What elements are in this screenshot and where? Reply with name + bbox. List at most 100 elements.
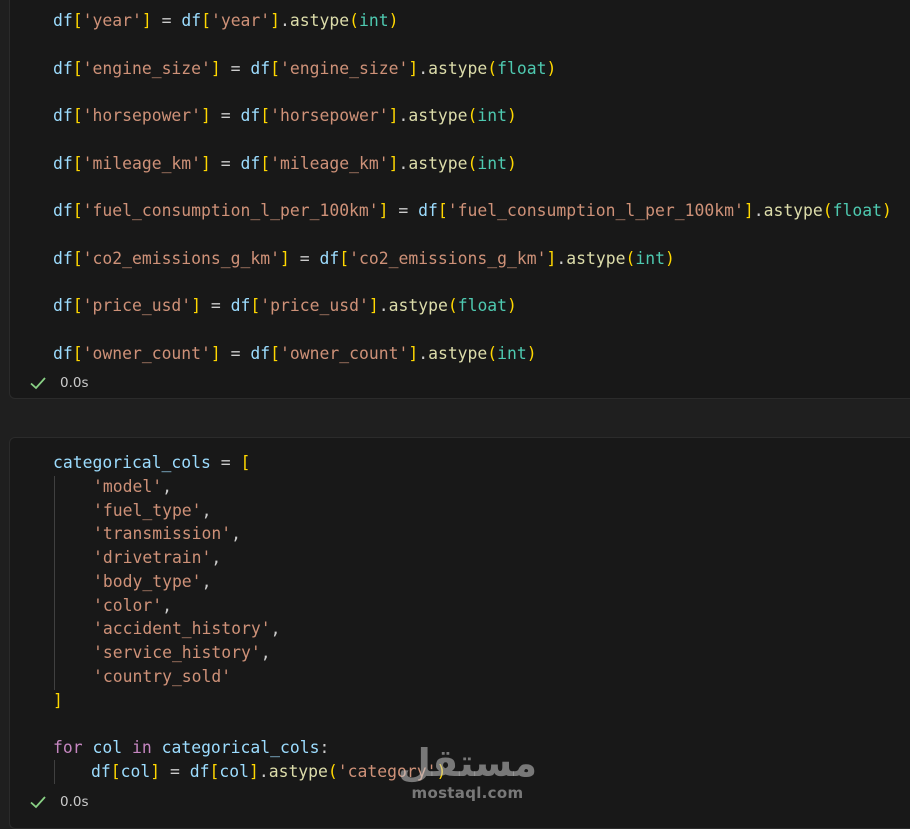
code-bracket: ) [388,11,399,30]
code-operator: . [258,762,269,781]
code-string: 'co2_emissions_g_km' [349,248,547,268]
code-line[interactable]: df['co2_emissions_g_km'] = df['co2_emiss… [53,248,675,270]
code-function: astype [268,762,328,781]
code-line[interactable]: 'transmission', [93,523,241,545]
watermark-url: mostaql.com [411,784,524,802]
code-operator: . [418,58,429,78]
code-variable: df [53,106,73,125]
code-operator: . [280,11,290,30]
code-variable: categorical_cols [161,738,320,757]
code-variable: df [418,201,438,220]
code-variable: col [92,738,123,757]
code-string: 'service_history' [93,642,261,662]
code-operator: . [378,296,389,315]
code-bracket: [ [72,248,83,268]
code-operator: , [231,524,242,544]
code-line[interactable]: df[col] = df[col].astype('category') [91,761,446,783]
code-operator: = [151,11,182,30]
code-bracket: [ [270,58,281,78]
code-bracket: ] [546,248,557,268]
code-type: int [497,343,527,363]
code-bracket: [ [72,153,83,173]
code-line[interactable]: 'country_sold' [93,666,231,688]
code-line[interactable]: df['engine_size'] = df['engine_size'].as… [53,58,556,80]
cell-1-exec-time: 0.0s [60,375,89,391]
code-variable: col [120,762,151,781]
code-line[interactable]: 'body_type', [93,571,211,593]
code-operator: = [220,343,251,363]
code-string: 'fuel_consumption_l_per_100km' [447,201,744,220]
code-bracket: ( [487,58,498,78]
code-bracket: ) [882,201,892,220]
code-line[interactable]: df['fuel_consumption_l_per_100km'] = df[… [53,200,892,222]
cell-2-exec-time: 0.0s [60,794,89,810]
code-bracket: [ [72,11,83,30]
code-string: 'body_type' [93,571,202,591]
code-bracket: ] [201,153,211,173]
code-type: int [635,248,665,268]
code-type: int [477,153,508,173]
code-bracket: ( [467,153,478,173]
code-bracket: [ [240,453,251,472]
code-bracket: ] [378,201,389,220]
code-operator: . [753,201,764,220]
code-string: 'owner_count' [82,343,211,363]
code-string: 'price_usd' [260,296,369,315]
code-variable: df [53,58,73,78]
code-bracket: [ [72,201,83,220]
code-string: 'fuel_consumption_l_per_100km' [82,201,379,220]
check-icon [30,796,46,809]
code-function: astype [763,201,823,220]
code-bracket: [ [209,762,220,781]
code-function: astype [408,153,468,173]
code-line[interactable]: df['mileage_km'] = df['mileage_km'].asty… [53,153,517,175]
code-bracket: ] [191,296,202,315]
code-bracket: ( [822,201,833,220]
code-bracket: ] [388,106,399,125]
code-line[interactable]: 'service_history', [93,642,271,664]
code-line[interactable]: for col in categorical_cols: [53,737,329,759]
code-operator: . [398,153,409,173]
code-string: 'fuel_type' [93,500,202,520]
code-line[interactable]: 'fuel_type', [93,500,211,522]
code-type: int [477,106,508,125]
code-variable: df [53,153,73,173]
code-bracket: ] [141,11,152,30]
code-string: 'horsepower' [270,106,389,125]
code-line[interactable]: 'model', [93,476,172,498]
code-bracket: ( [447,296,458,315]
code-bracket: ( [487,343,498,363]
code-variable: df [250,58,271,78]
code-bracket: ] [201,106,211,125]
code-line[interactable]: df['owner_count'] = df['owner_count'].as… [53,343,537,365]
code-bracket: [ [260,106,271,125]
code-line[interactable]: df['year'] = df['year'].astype(int) [53,10,399,32]
code-variable: df [319,248,340,268]
check-icon [30,377,46,390]
code-type: float [832,201,883,220]
code-variable: df [240,106,261,125]
code-string: 'horsepower' [82,106,202,125]
code-keyword: for [53,738,83,757]
code-line[interactable]: 'accident_history', [93,618,281,640]
code-line[interactable]: 'color', [93,595,172,617]
code-line[interactable]: categorical_cols = [ [53,452,250,474]
code-bracket: ) [507,296,517,315]
code-line[interactable]: df['price_usd'] = df['price_usd'].astype… [53,295,517,317]
code-bracket: ( [327,762,338,781]
code-operator: . [398,106,409,125]
code-string: 'co2_emissions_g_km' [82,248,280,268]
code-bracket: [ [110,762,121,781]
code-bracket: ] [270,11,281,30]
code-type: float [457,296,508,315]
code-operator: = [388,201,419,220]
code-line[interactable]: df['horsepower'] = df['horsepower'].asty… [53,105,517,127]
code-string: 'engine_size' [82,58,211,78]
code-operator: = [160,762,190,781]
code-operator: , [211,548,222,568]
code-bracket: [ [437,201,448,220]
code-bracket: ] [368,296,379,315]
code-line[interactable]: 'drivetrain', [93,547,221,569]
code-line[interactable]: ] [53,690,63,712]
